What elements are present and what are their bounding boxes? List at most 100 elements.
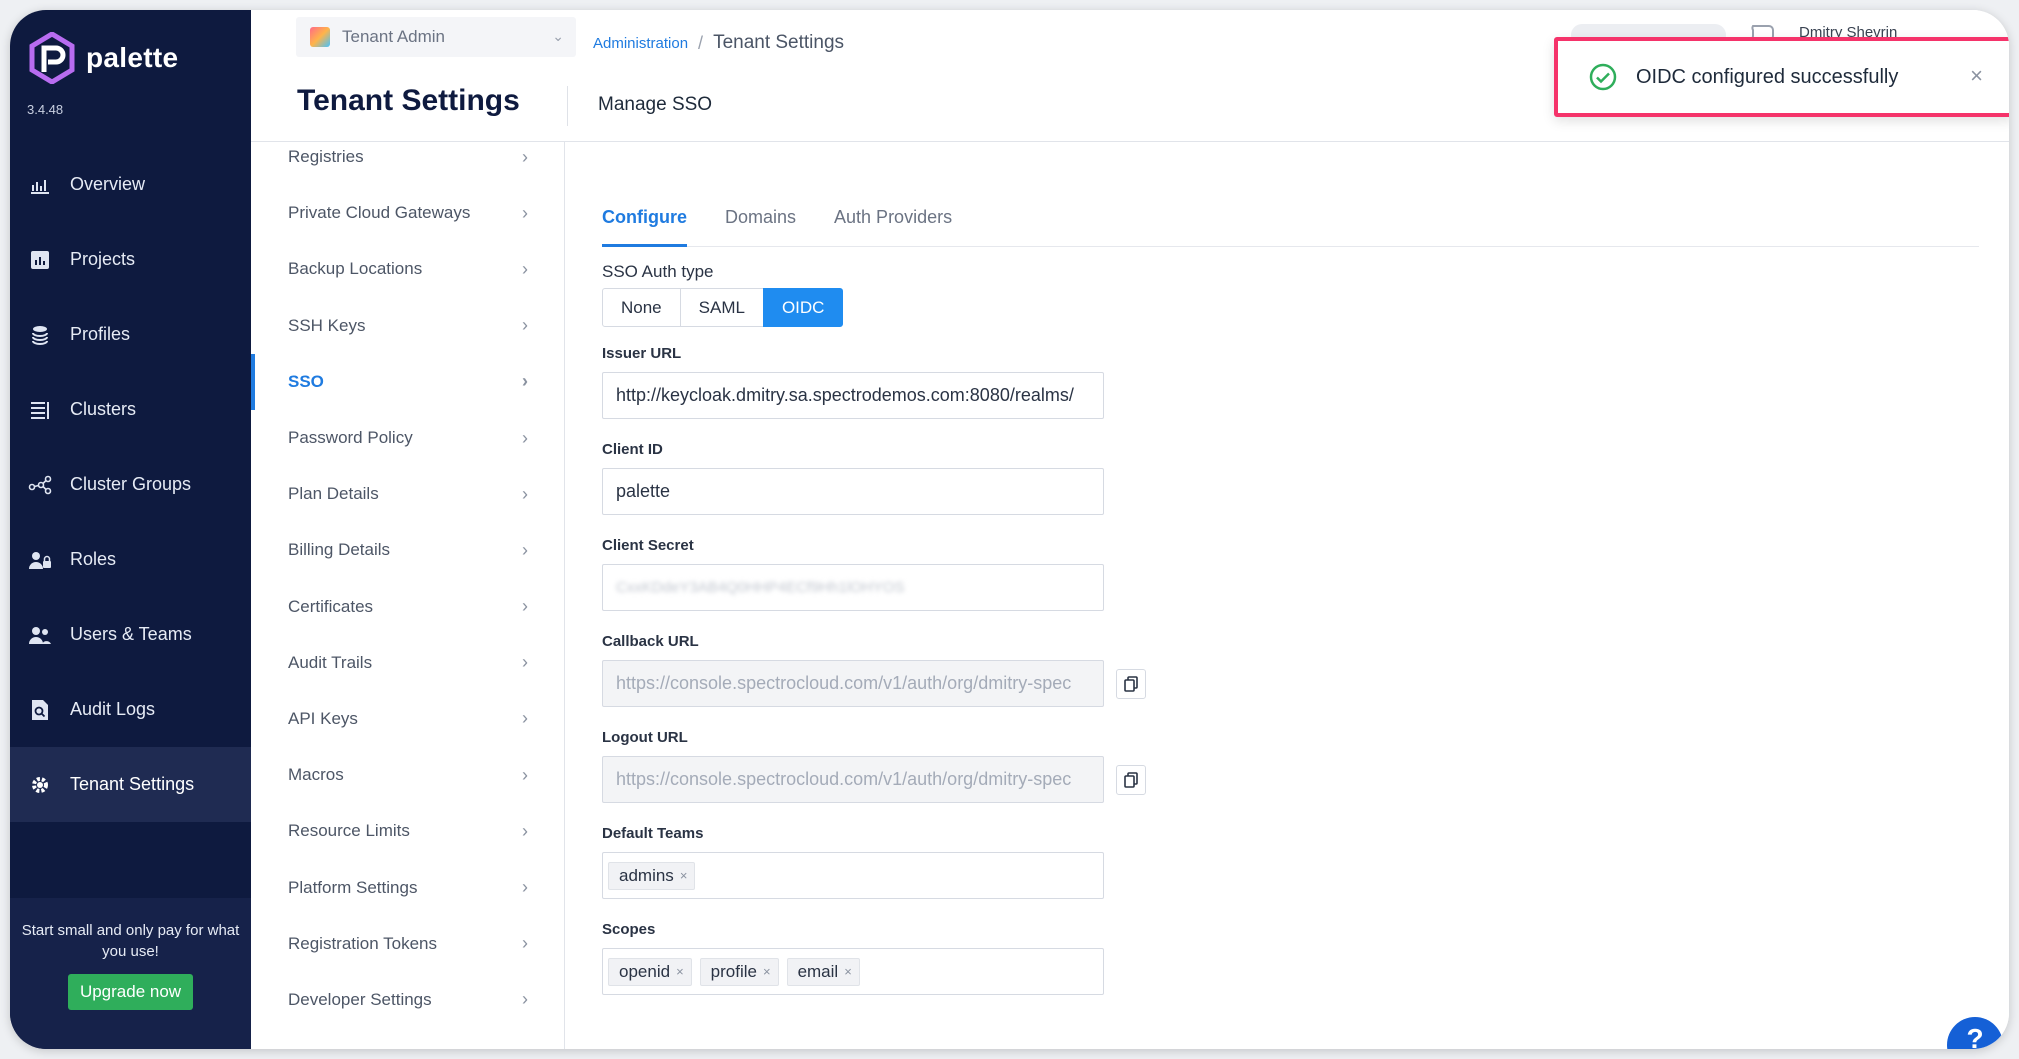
nav-item-clusters[interactable]: Clusters xyxy=(10,372,251,447)
client-secret-input[interactable]: CxxKDdeY3AB4Q0HHP4ECf9Hh1lOHYOS xyxy=(602,564,1104,611)
chevron-right-icon: › xyxy=(522,539,528,560)
nav-item-tenant-settings[interactable]: Tenant Settings xyxy=(10,747,251,822)
client-secret-field: Client Secret CxxKDdeY3AB4Q0HHP4ECf9Hh1l… xyxy=(602,537,1146,611)
settings-item-label: Macros xyxy=(288,765,344,785)
help-button[interactable]: ? xyxy=(1947,1017,2003,1049)
client-secret-label: Client Secret xyxy=(602,537,694,554)
chart-icon xyxy=(28,173,52,197)
settings-item-sso[interactable]: SSO › xyxy=(251,353,564,410)
promo-text: Start small and only pay for what you us… xyxy=(21,922,240,960)
app-version: 3.4.48 xyxy=(27,102,64,117)
tab-configure[interactable]: Configure xyxy=(602,187,687,247)
team-tag: admins × xyxy=(608,861,696,890)
breadcrumb-current: Tenant Settings xyxy=(713,32,845,53)
nav-item-users-teams[interactable]: Users & Teams xyxy=(10,597,251,672)
chevron-right-icon: › xyxy=(522,708,528,729)
nav-item-overview[interactable]: Overview xyxy=(10,147,251,222)
document-search-icon xyxy=(28,698,52,722)
upgrade-button[interactable]: Upgrade now xyxy=(67,974,194,1010)
remove-tag-icon[interactable]: × xyxy=(844,964,852,979)
settings-item-platform-settings[interactable]: Platform Settings › xyxy=(251,859,564,915)
settings-item-label: Audit Trails xyxy=(288,652,373,672)
auth-type-label: SSO Auth type xyxy=(602,262,714,281)
network-icon xyxy=(28,473,52,497)
scopes-label: Scopes xyxy=(602,921,656,938)
nav-item-roles[interactable]: Roles xyxy=(10,522,251,597)
copy-logout-button[interactable] xyxy=(1116,764,1146,795)
settings-item-api-keys[interactable]: API Keys › xyxy=(251,691,564,747)
auth-type-none-button[interactable]: None xyxy=(602,288,681,327)
nav-item-profiles[interactable]: Profiles xyxy=(10,297,251,372)
brand-name: palette xyxy=(86,42,179,73)
settings-item-registration-tokens[interactable]: Registration Tokens › xyxy=(251,916,564,972)
upgrade-promo: Start small and only pay for what you us… xyxy=(10,898,251,1049)
chevron-right-icon: › xyxy=(522,820,528,841)
settings-item-audit-trails[interactable]: Audit Trails › xyxy=(251,635,564,691)
settings-item-certificates[interactable]: Certificates › xyxy=(251,579,564,635)
remove-tag-icon[interactable]: × xyxy=(763,964,771,979)
nav-item-label: Profiles xyxy=(70,324,131,344)
settings-item-label: Private Cloud Gateways xyxy=(288,203,471,223)
callback-url-input[interactable]: https://console.spectrocloud.com/v1/auth… xyxy=(602,660,1104,707)
sso-form: SSO Auth type None SAML OIDC Issuer URL ht… xyxy=(602,262,1146,1017)
chevron-right-icon: › xyxy=(522,258,528,279)
auth-type-segmented: None SAML OIDC xyxy=(602,288,1146,327)
settings-item-label: Backup Locations xyxy=(288,259,423,279)
settings-item-label: API Keys xyxy=(288,708,358,728)
chevron-right-icon: › xyxy=(522,427,528,448)
scopes-input[interactable]: openid × profile × email × xyxy=(602,948,1104,995)
settings-item-private-cloud-gateways[interactable]: Private Cloud Gateways › xyxy=(251,185,564,241)
chevron-right-icon: › xyxy=(522,596,528,617)
settings-item-label: Developer Settings xyxy=(288,989,432,1009)
settings-item-password-policy[interactable]: Password Policy › xyxy=(251,410,564,466)
list-icon xyxy=(28,398,52,422)
breadcrumb: Administration / Tenant Settings xyxy=(593,32,844,54)
chevron-right-icon: › xyxy=(522,202,528,223)
auth-type-oidc-button[interactable]: OIDC xyxy=(762,288,844,327)
copy-callback-button[interactable] xyxy=(1116,668,1146,699)
settings-item-ssh-keys[interactable]: SSH Keys › xyxy=(251,298,564,354)
default-teams-input[interactable]: admins × xyxy=(602,852,1104,899)
settings-item-plan-details[interactable]: Plan Details › xyxy=(251,466,564,522)
tab-auth-providers[interactable]: Auth Providers xyxy=(834,187,952,247)
breadcrumb-administration[interactable]: Administration xyxy=(593,35,688,52)
settings-item-macros[interactable]: Macros › xyxy=(251,747,564,803)
settings-item-billing-details[interactable]: Billing Details › xyxy=(251,522,564,578)
settings-item-label: Certificates xyxy=(288,596,374,616)
nav-item-label: Overview xyxy=(70,174,146,194)
settings-item-resource-limits[interactable]: Resource Limits › xyxy=(251,803,564,859)
remove-tag-icon[interactable]: × xyxy=(680,868,688,883)
bar-chart-icon xyxy=(28,248,52,272)
issuer-url-input[interactable]: http://keycloak.dmitry.sa.spectrodemos.c… xyxy=(602,372,1104,419)
chevron-right-icon: › xyxy=(522,371,528,392)
title-divider xyxy=(567,86,568,126)
auth-type-saml-button[interactable]: SAML xyxy=(679,288,764,327)
chevron-right-icon: › xyxy=(522,483,528,504)
auth-type-field: SSO Auth type None SAML OIDC xyxy=(602,262,1146,327)
nav-item-cluster-groups[interactable]: Cluster Groups xyxy=(10,447,251,522)
settings-item-developer-settings[interactable]: Developer Settings › xyxy=(251,972,564,1028)
close-icon[interactable]: × xyxy=(1970,63,1983,89)
logout-field: Logout URL https://console.spectrocloud.… xyxy=(602,729,1146,803)
nav-item-projects[interactable]: Projects xyxy=(10,222,251,297)
user-lock-icon xyxy=(28,548,52,572)
settings-item-registries[interactable]: Registries › xyxy=(251,142,564,185)
tenant-icon xyxy=(310,27,330,47)
settings-item-label: Registries xyxy=(288,147,364,167)
scope-selector[interactable]: Tenant Admin ⌄ xyxy=(296,17,576,57)
tab-domains[interactable]: Domains xyxy=(725,187,796,247)
nav-item-audit-logs[interactable]: Audit Logs xyxy=(10,672,251,747)
page-title: Tenant Settings xyxy=(297,84,520,117)
logout-url-input[interactable]: https://console.spectrocloud.com/v1/auth… xyxy=(602,756,1104,803)
client-id-input[interactable]: palette xyxy=(602,468,1104,515)
brand[interactable]: palette xyxy=(28,32,178,84)
settings-item-backup-locations[interactable]: Backup Locations › xyxy=(251,241,564,297)
chevron-right-icon: › xyxy=(522,315,528,336)
scope-tag-label: email xyxy=(797,961,839,981)
issuer-label: Issuer URL xyxy=(602,345,682,362)
check-circle-icon xyxy=(1589,63,1617,91)
scopes-field: Scopes openid × profile × email × xyxy=(602,921,1146,995)
client-secret-value: CxxKDdeY3AB4Q0HHP4ECf9Hh1lOHYOS xyxy=(616,579,905,596)
app-window: palette 3.4.48 Overview Projects Profiles C… xyxy=(10,10,2009,1049)
remove-tag-icon[interactable]: × xyxy=(676,964,684,979)
